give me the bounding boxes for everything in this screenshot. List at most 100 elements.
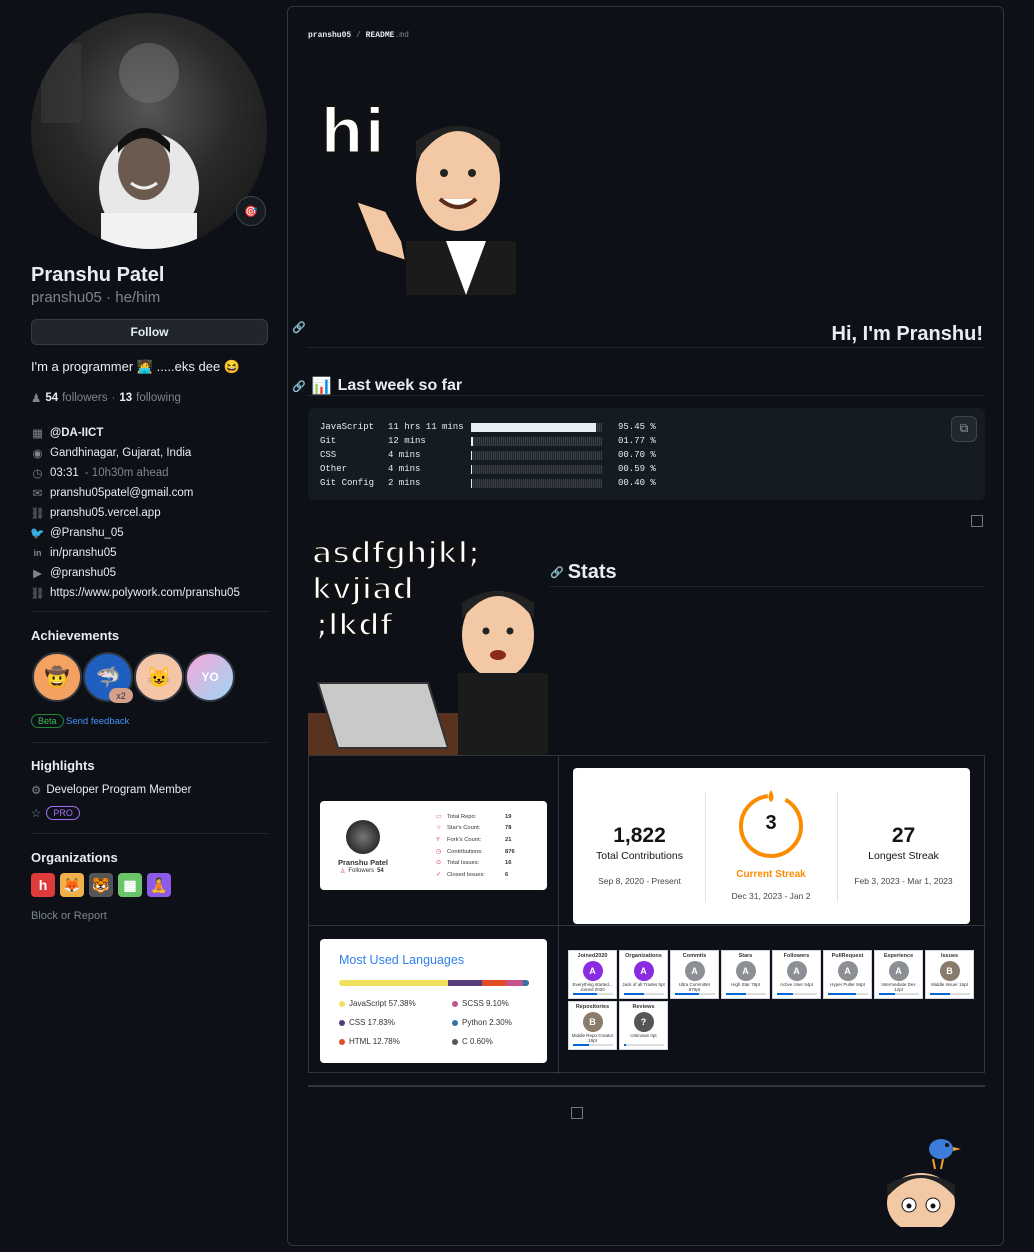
language-color-dot: [339, 1038, 345, 1045]
following-label[interactable]: following: [136, 392, 181, 404]
trophy-card[interactable]: Issues B Middle Issuer 16pt: [925, 950, 974, 999]
profile-summary-card[interactable]: Pranshu Patel ♙ Followers 54 ▭ Total Repo: 1…: [320, 801, 547, 890]
wakatime-bar: [471, 479, 602, 488]
following-count[interactable]: 13: [119, 392, 132, 404]
trophy-card[interactable]: PullRequest A Hyper Puller 94pt: [823, 950, 872, 999]
org-avatar-fox[interactable]: 🦊: [60, 873, 84, 897]
flame-icon: [768, 790, 774, 802]
trophy-progress-fill: [726, 993, 746, 995]
org-avatar-h[interactable]: h: [31, 873, 55, 897]
trophy-title: Organizations: [625, 953, 662, 959]
anchor-link-icon[interactable]: 🔗: [292, 380, 306, 393]
trophy-title: Stars: [738, 953, 753, 959]
achievement-count-badge: x2: [109, 688, 133, 703]
card-avatar: [346, 820, 380, 854]
trophy-cup-icon: A: [684, 961, 705, 981]
card-stat-label: Star's Count:: [447, 825, 481, 832]
trophy-cup-icon: B: [939, 961, 960, 981]
trophy-progress-fill: [777, 993, 793, 995]
anchor-link-icon[interactable]: 🔗: [550, 566, 564, 579]
followers-label[interactable]: followers: [62, 392, 107, 404]
intro-heading: Hi, I'm Pranshu!: [831, 323, 983, 345]
card-stat-icon: ⊙: [436, 860, 441, 867]
trophy-progress: [726, 993, 766, 995]
wakatime-percent: 00.59 %: [618, 464, 656, 474]
highlight-pro[interactable]: ☆ PRO: [31, 806, 80, 820]
trophy-cup-icon: A: [633, 961, 654, 981]
anchor-link-icon[interactable]: 🔗: [292, 321, 306, 334]
language-legend-label: Python 2.30%: [462, 1018, 512, 1027]
language-bar-segment: [339, 980, 449, 986]
language-color-dot: [339, 1000, 345, 1007]
org-avatar-purple[interactable]: 🧘: [147, 873, 171, 897]
organizations-heading: Organizations: [31, 850, 118, 865]
trophy-card[interactable]: Commits A Ultra Committer 876pt: [670, 950, 719, 999]
vcard-linkedin[interactable]: in in/pranshu05: [31, 543, 271, 563]
language-legend-item: C 0.60%: [452, 1037, 493, 1046]
card-stat-value: 21: [505, 836, 512, 843]
card-stat-row: ▭ Total Repo: 19: [436, 811, 536, 823]
vcard-youtube[interactable]: ▶ @pranshu05: [31, 563, 271, 583]
trophy-cup-icon: A: [888, 961, 909, 981]
vcard-email[interactable]: ✉ pranshu05patel@gmail.com: [31, 483, 271, 503]
highlight-developer-program[interactable]: ⚙ Developer Program Member: [31, 783, 191, 797]
achievement-badge-pair[interactable]: 😺: [134, 652, 184, 702]
profile-sidebar: 🎯 Pranshu Patel pranshu05 · he/him Follo…: [0, 0, 288, 1252]
trophy-description: Ultra Committer 876pt: [678, 982, 711, 992]
block-or-report-link[interactable]: Block or Report: [31, 910, 107, 922]
total-contributions-value: 1,822: [613, 824, 666, 847]
org-avatar-tiger[interactable]: 🐯: [89, 873, 113, 897]
vcard-org[interactable]: ▦ @DA-IICT: [31, 423, 271, 443]
followers-count[interactable]: 54: [45, 392, 58, 404]
send-feedback-link[interactable]: Send feedback: [66, 716, 129, 727]
streak-card[interactable]: 1,822 Total Contributions Sep 8, 2020 - …: [573, 768, 970, 924]
trophy-progress: [930, 993, 970, 995]
card-stat-icon: ☆: [436, 825, 442, 832]
achievements-heading[interactable]: Achievements: [31, 628, 119, 643]
trophy-card[interactable]: Repositories B Middle Repo Creator 19pt: [568, 1001, 617, 1050]
copy-icon[interactable]: ⧉: [951, 416, 977, 442]
trophy-cup-icon: A: [735, 961, 756, 981]
vcard-polywork[interactable]: ⛓ https://www.polywork.com/pranshu05: [30, 583, 271, 603]
vcard-localtime: ◷ 03:31- 10h30m ahead: [32, 467, 169, 480]
wakatime-code-block: ⧉ JavaScript 11 hrs 11 mins 95.45 % Git 12 m…: [308, 408, 985, 500]
trophy-card[interactable]: Followers A Active User 54pt: [772, 950, 821, 999]
card-stats-list: ▭ Total Repo: 19 ☆ Star's Count: 78 Y Fork's Co…: [436, 811, 536, 881]
wakatime-bar: [471, 437, 602, 446]
hi-bitmoji-image: hi: [316, 81, 516, 295]
achievement-badge-yolo[interactable]: YO: [185, 652, 235, 702]
hi-sticker-text: hi: [320, 95, 385, 168]
wakatime-time: 11 hrs 11 mins: [388, 422, 464, 432]
trophy-progress-fill: [828, 993, 856, 995]
follow-button[interactable]: Follow: [31, 319, 268, 345]
trophy-card[interactable]: Experience A Intermediate Dev 12pt: [874, 950, 923, 999]
crumb-user[interactable]: pranshu05: [308, 31, 351, 40]
trophy-card[interactable]: Organizations A Jack of all Trades 5pt: [619, 950, 668, 999]
wakatime-percent: 01.77 %: [618, 436, 656, 446]
wakatime-time: 2 mins: [388, 478, 421, 488]
vcard-twitter[interactable]: 🐦 @Pranshu_05: [30, 523, 271, 543]
organization-icon: ▦: [32, 428, 43, 440]
profile-avatar[interactable]: [31, 13, 267, 249]
trophy-progress-fill: [573, 1044, 589, 1046]
heading-rule: [308, 395, 985, 396]
languages-card[interactable]: Most Used Languages JavaScript 57.38% SCS…: [320, 939, 547, 1063]
language-legend-label: HTML 12.78%: [349, 1037, 400, 1046]
vcard-website[interactable]: ⛓ pranshu05.vercel.app: [30, 503, 271, 523]
longest-streak-value: 27: [891, 824, 916, 847]
trophy-card[interactable]: Reviews? Unknown 0pt: [619, 1001, 668, 1050]
beta-label: Beta: [31, 714, 64, 728]
language-color-dot: [452, 1038, 458, 1045]
language-legend-item: SCSS 9.10%: [452, 999, 509, 1008]
status-emoji-icon[interactable]: 🎯: [236, 196, 266, 226]
wakatime-time: 4 mins: [388, 450, 421, 460]
card-stat-value: 876: [505, 848, 515, 855]
trophy-description: Everything started... Joined 2020: [572, 982, 613, 992]
trophy-description: Intermediate Dev 12pt: [881, 982, 916, 992]
card-stat-icon: Y: [436, 836, 440, 843]
language-legend-label: SCSS 9.10%: [462, 999, 509, 1008]
trophy-card[interactable]: Joined2020 A Everything started... Joined …: [568, 950, 617, 999]
org-avatar-pixel[interactable]: ▦: [118, 873, 142, 897]
trophy-card[interactable]: Stars A High Star 78pt: [721, 950, 770, 999]
achievement-badge-cowboy[interactable]: 🤠: [32, 652, 82, 702]
